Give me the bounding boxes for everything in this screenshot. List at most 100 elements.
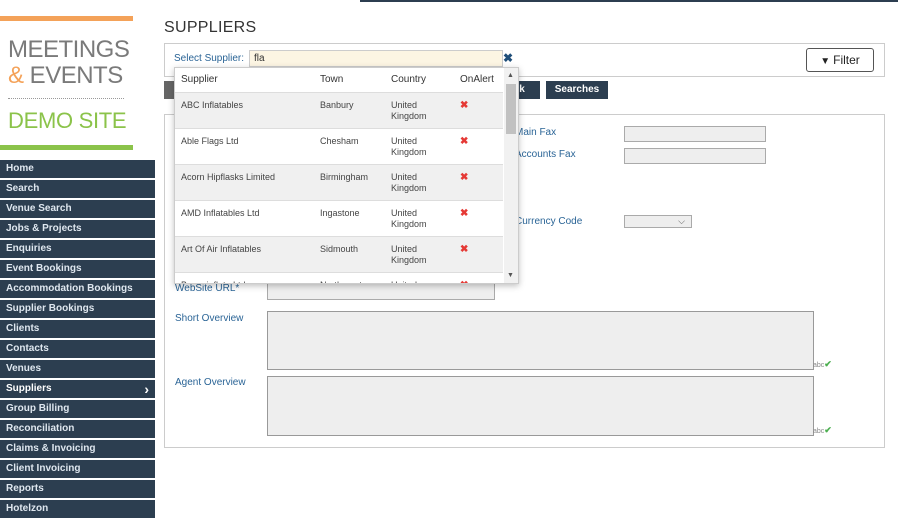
sidebar-item-contacts[interactable]: Contacts <box>0 340 155 360</box>
sidebar-item-label: Group Billing <box>6 403 70 414</box>
select-supplier-input[interactable] <box>249 50 503 67</box>
dropdown-header: Supplier Town Country OnAlert <box>175 68 503 92</box>
sidebar-item-reconciliation[interactable]: Reconciliation <box>0 420 155 440</box>
list-item[interactable]: Baconinflate Ltd Northampton United ✖ <box>175 272 503 283</box>
sidebar-item-label: Enquiries <box>6 243 52 254</box>
logo[interactable]: MEETINGS & EVENTS DEMO SITE <box>0 16 133 152</box>
supplier-town: Sidmouth <box>320 244 359 254</box>
list-item[interactable]: ABC Inflatables Banbury United Kingdom ✖ <box>175 92 503 128</box>
supplier-town: Birmingham <box>320 172 369 182</box>
supplier-town: Chesham <box>320 136 359 146</box>
alert-cross-icon: ✖ <box>460 280 468 283</box>
filter-button[interactable]: ▼ Filter <box>806 48 874 72</box>
currency-code-label: Currency Code <box>515 216 583 227</box>
header-onalert: OnAlert <box>460 74 494 85</box>
sidebar-item-label: Claims & Invoicing <box>6 443 96 454</box>
sidebar-item-group-billing[interactable]: Group Billing <box>0 400 155 420</box>
supplier-name: ABC Inflatables <box>181 100 244 110</box>
short-overview-textarea[interactable] <box>267 311 814 370</box>
chevron-right-icon: › <box>144 381 149 397</box>
scroll-up-icon[interactable]: ▲ <box>507 72 514 79</box>
supplier-name: AMD Inflatables Ltd <box>181 208 260 218</box>
sidebar-item-label: Reconciliation <box>6 423 75 434</box>
website-url-label: WebSite URL* <box>175 283 240 294</box>
page-title: SUPPLIERS <box>164 19 257 36</box>
clear-icon[interactable]: ✖ <box>503 51 513 65</box>
sidebar-item-venues[interactable]: Venues <box>0 360 155 380</box>
sidebar-item-label: Accommodation Bookings <box>6 283 133 294</box>
sidebar-item-label: Reports <box>6 483 44 494</box>
sidebar-item-label: Home <box>6 163 34 174</box>
logo-line-meetings: MEETINGS <box>8 36 130 63</box>
alert-cross-icon: ✖ <box>460 172 469 183</box>
alert-cross-icon: ✖ <box>460 244 469 255</box>
logo-line-demo-site: DEMO SITE <box>8 108 127 133</box>
sidebar-item-supplier-bookings[interactable]: Supplier Bookings <box>0 300 155 320</box>
spellcheck-text: abc <box>813 362 825 369</box>
alert-cross-icon: ✖ <box>460 208 469 219</box>
sidebar-item-reports[interactable]: Reports <box>0 480 155 500</box>
spellcheck-icon[interactable]: abc✔ <box>813 425 832 436</box>
header-country: Country <box>391 74 427 85</box>
sidebar-item-label: Clients <box>6 323 40 334</box>
list-item[interactable]: Able Flags Ltd Chesham United Kingdom ✖ <box>175 128 503 164</box>
sidebar-item-label: Suppliers <box>6 383 52 394</box>
supplier-town: Banbury <box>320 100 354 110</box>
sidebar-item-label: Jobs & Projects <box>6 223 82 234</box>
sidebar-item-hotelzon[interactable]: Hotelzon <box>0 500 155 520</box>
supplier-town: Northampton <box>320 280 372 283</box>
logo-ampersand: & <box>8 62 24 89</box>
select-supplier-label: Select Supplier: <box>174 53 245 64</box>
supplier-country: United Kingdom <box>391 244 427 265</box>
dropdown-rows: ABC Inflatables Banbury United Kingdom ✖ Abl… <box>175 92 503 283</box>
tab-searches[interactable]: Searches <box>546 81 608 99</box>
sidebar-item-label: Contacts <box>6 343 49 354</box>
spellcheck-text: abc <box>813 428 825 435</box>
sidebar-item-event-bookings[interactable]: Event Bookings <box>0 260 155 280</box>
spellcheck-icon[interactable]: abc✔ <box>813 359 832 370</box>
top-border <box>360 0 898 2</box>
supplier-autocomplete-dropdown: Supplier Town Country OnAlert ABC Inflat… <box>174 67 519 284</box>
sidebar-item-venue-search[interactable]: Venue Search <box>0 200 155 220</box>
scroll-thumb[interactable] <box>506 84 516 134</box>
supplier-country: United <box>391 280 441 283</box>
header-supplier: Supplier <box>181 74 218 85</box>
supplier-name: Able Flags Ltd <box>181 136 239 146</box>
sidebar-item-jobs-projects[interactable]: Jobs & Projects <box>0 220 155 240</box>
alert-cross-icon: ✖ <box>460 136 469 147</box>
sidebar-item-label: Search <box>6 183 40 194</box>
agent-overview-label: Agent Overview <box>175 377 246 388</box>
sidebar-item-home[interactable]: Home <box>0 160 155 180</box>
accounts-fax-label: Accounts Fax <box>515 149 576 160</box>
logo-events-text: EVENTS <box>23 62 124 89</box>
accounts-fax-input[interactable] <box>624 148 766 164</box>
header-town: Town <box>320 74 344 85</box>
logo-divider <box>8 98 124 99</box>
sidebar-item-accommodation-bookings[interactable]: Accommodation Bookings <box>0 280 155 300</box>
tab-stub[interactable] <box>164 81 174 99</box>
currency-code-select[interactable]: ⌵ <box>624 215 692 228</box>
alert-cross-icon: ✖ <box>460 100 469 111</box>
dropdown-scrollbar[interactable]: ▲ ▼ <box>504 68 518 283</box>
list-item[interactable]: Art Of Air Inflatables Sidmouth United Kin… <box>175 236 503 272</box>
agent-overview-textarea[interactable] <box>267 376 814 436</box>
main-fax-input[interactable] <box>624 126 766 142</box>
sidebar-item-label: Hotelzon <box>6 503 49 514</box>
chevron-down-icon: ⌵ <box>678 216 685 226</box>
check-icon: ✔ <box>824 425 832 435</box>
list-item[interactable]: AMD Inflatables Ltd Ingastone United Kingd… <box>175 200 503 236</box>
sidebar-item-label: Venues <box>6 363 42 374</box>
supplier-country: United Kingdom <box>391 208 427 229</box>
sidebar-item-client-invoicing[interactable]: Client Invoicing <box>0 460 155 480</box>
scroll-down-icon[interactable]: ▼ <box>507 272 514 279</box>
sidebar-item-claims-invoicing[interactable]: Claims & Invoicing <box>0 440 155 460</box>
sidebar-item-enquiries[interactable]: Enquiries <box>0 240 155 260</box>
list-item[interactable]: Acorn Hipflasks Limited Birmingham United … <box>175 164 503 200</box>
sidebar-item-clients[interactable]: Clients <box>0 320 155 340</box>
supplier-name: Art Of Air Inflatables <box>181 244 262 254</box>
sidebar-item-suppliers[interactable]: Suppliers › <box>0 380 155 400</box>
supplier-name: Baconinflate Ltd <box>181 280 246 283</box>
supplier-country: United Kingdom <box>391 172 427 193</box>
supplier-country: United Kingdom <box>391 100 427 121</box>
sidebar-item-search[interactable]: Search <box>0 180 155 200</box>
